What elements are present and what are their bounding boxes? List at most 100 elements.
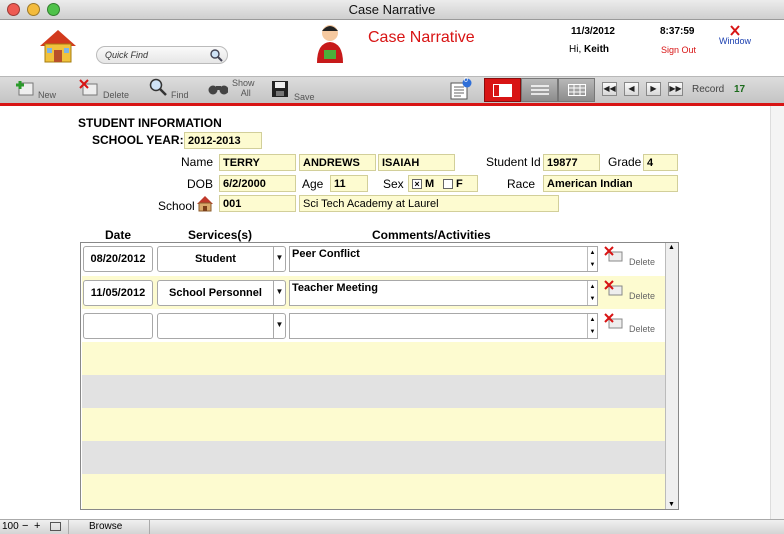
row-comment-field[interactable]: Peer Conflict ▲ ▼ bbox=[289, 246, 598, 272]
table-row bbox=[82, 441, 667, 474]
notes-icon[interactable] bbox=[449, 78, 473, 100]
sex-m-checkbox[interactable]: × bbox=[412, 179, 422, 189]
delete-row-icon[interactable] bbox=[604, 246, 624, 263]
window-link[interactable]: Window bbox=[719, 36, 751, 46]
sign-out-link[interactable]: Sign Out bbox=[661, 45, 696, 55]
school-year-field[interactable]: 2012-2013 bbox=[184, 132, 262, 149]
row-date-field[interactable] bbox=[83, 313, 153, 339]
app-title: Case Narrative bbox=[368, 29, 475, 46]
user-avatar-icon bbox=[317, 25, 343, 63]
table-view-button[interactable] bbox=[558, 78, 595, 102]
row-comment-value: Peer Conflict bbox=[292, 248, 360, 260]
find-button[interactable]: Find bbox=[171, 90, 189, 100]
find-magnifier-icon[interactable] bbox=[148, 78, 168, 96]
row-comment-field[interactable]: ▲ ▼ bbox=[289, 313, 598, 339]
row-service-dropdown[interactable]: ▼ bbox=[157, 313, 286, 339]
grade-field[interactable]: 4 bbox=[643, 154, 678, 171]
chevron-down-icon[interactable]: ▼ bbox=[273, 281, 285, 305]
sex-f-label: F bbox=[456, 178, 463, 190]
search-icon[interactable] bbox=[210, 49, 223, 62]
services-column-header: Services(s) bbox=[188, 228, 253, 242]
mode-indicator[interactable]: Browse bbox=[89, 521, 122, 532]
sex-label: Sex bbox=[383, 177, 404, 191]
delete-row-button[interactable]: Delete bbox=[629, 291, 655, 301]
delete-row-icon[interactable] bbox=[604, 280, 624, 297]
save-button[interactable]: Save bbox=[294, 92, 315, 102]
scroll-down-arrow[interactable]: ▼ bbox=[668, 501, 675, 508]
school-code-field[interactable]: 001 bbox=[219, 195, 296, 212]
zoom-level: 100 bbox=[2, 521, 19, 532]
delete-row-button[interactable]: Delete bbox=[629, 257, 655, 267]
next-record-button[interactable]: ▶ bbox=[646, 82, 661, 96]
window-title-bar: Case Narrative bbox=[0, 0, 784, 20]
race-field[interactable]: American Indian bbox=[543, 175, 678, 192]
greeting-label: Hi, bbox=[569, 44, 582, 55]
save-disk-icon[interactable] bbox=[271, 80, 291, 98]
sex-m-label: M bbox=[425, 178, 435, 190]
toggle-status-area-icon[interactable] bbox=[50, 522, 61, 531]
scroll-up-arrow[interactable]: ▲ bbox=[668, 244, 675, 251]
sex-field: × M F bbox=[408, 175, 478, 192]
notes-badge: 0 bbox=[464, 77, 468, 84]
show-all-button[interactable]: Show All bbox=[232, 78, 255, 98]
delete-row-button[interactable]: Delete bbox=[629, 324, 655, 334]
first-record-button[interactable]: ◀◀ bbox=[602, 82, 617, 96]
zoom-out-icon[interactable]: − bbox=[22, 520, 28, 532]
quick-find-placeholder: Quick Find bbox=[105, 50, 149, 60]
dob-field[interactable]: 6/2/2000 bbox=[219, 175, 296, 192]
user-name: Keith bbox=[584, 44, 610, 55]
sex-f-checkbox[interactable] bbox=[443, 179, 453, 189]
toolbar-divider bbox=[0, 103, 784, 106]
chevron-down-icon[interactable]: ▼ bbox=[273, 314, 285, 338]
delete-button[interactable]: Delete bbox=[103, 90, 129, 100]
scroll-down-icon[interactable]: ▼ bbox=[587, 293, 597, 305]
school-year-label: SCHOOL YEAR: bbox=[92, 133, 184, 147]
middle-name-field[interactable]: ISAIAH bbox=[378, 154, 455, 171]
delete-row-icon[interactable] bbox=[604, 313, 624, 330]
list-view-button[interactable] bbox=[521, 78, 558, 102]
first-name-field[interactable]: TERRY bbox=[219, 154, 296, 171]
home-icon[interactable] bbox=[38, 28, 78, 64]
scroll-down-icon[interactable]: ▼ bbox=[587, 259, 597, 271]
row-comment-field[interactable]: Teacher Meeting ▲ ▼ bbox=[289, 280, 598, 306]
school-label: School bbox=[158, 199, 195, 213]
row-date-field[interactable]: 08/20/2012 bbox=[83, 246, 153, 272]
school-home-icon[interactable] bbox=[196, 195, 214, 212]
table-row bbox=[82, 342, 667, 375]
close-x-icon[interactable] bbox=[729, 25, 741, 36]
row-service-dropdown[interactable]: Student ▼ bbox=[157, 246, 286, 272]
scroll-up-icon[interactable]: ▲ bbox=[587, 281, 597, 293]
chevron-down-icon[interactable]: ▼ bbox=[273, 247, 285, 271]
row-service-value: Student bbox=[195, 253, 236, 265]
scroll-down-icon[interactable]: ▼ bbox=[587, 326, 597, 338]
scroll-up-icon[interactable]: ▲ bbox=[587, 314, 597, 326]
new-button[interactable]: New bbox=[38, 90, 56, 100]
dob-label: DOB bbox=[187, 177, 214, 191]
age-label: Age bbox=[302, 177, 324, 191]
row-date-field[interactable]: 11/05/2012 bbox=[83, 280, 153, 306]
delete-record-icon[interactable] bbox=[79, 79, 99, 97]
last-name-field[interactable]: ANDREWS bbox=[299, 154, 376, 171]
form-view-icon bbox=[493, 84, 512, 97]
previous-record-button[interactable]: ◀ bbox=[624, 82, 639, 96]
binoculars-icon[interactable] bbox=[208, 80, 228, 98]
portal-scrollbar[interactable]: ▲ ▼ bbox=[665, 243, 678, 509]
last-record-button[interactable]: ▶▶ bbox=[668, 82, 683, 96]
age-field[interactable]: 11 bbox=[330, 175, 368, 192]
date-column-header: Date bbox=[105, 228, 132, 242]
scroll-up-icon[interactable]: ▲ bbox=[587, 247, 597, 259]
record-label: Record bbox=[692, 84, 725, 95]
quick-find-input[interactable]: Quick Find bbox=[96, 46, 228, 64]
list-view-icon bbox=[531, 85, 549, 95]
new-record-icon[interactable] bbox=[15, 79, 35, 97]
row-service-dropdown[interactable]: School Personnel ▼ bbox=[157, 280, 286, 306]
table-row bbox=[82, 375, 667, 408]
form-view-button[interactable] bbox=[484, 78, 521, 102]
school-name-field[interactable]: Sci Tech Academy at Laurel bbox=[299, 195, 559, 212]
comments-column-header: Comments/Activities bbox=[372, 228, 491, 242]
current-time: 8:37:59 bbox=[660, 26, 695, 37]
zoom-in-icon[interactable]: + bbox=[34, 520, 40, 532]
table-row bbox=[82, 474, 667, 509]
student-id-field[interactable]: 19877 bbox=[543, 154, 600, 171]
row-comment-value: Teacher Meeting bbox=[292, 282, 378, 294]
